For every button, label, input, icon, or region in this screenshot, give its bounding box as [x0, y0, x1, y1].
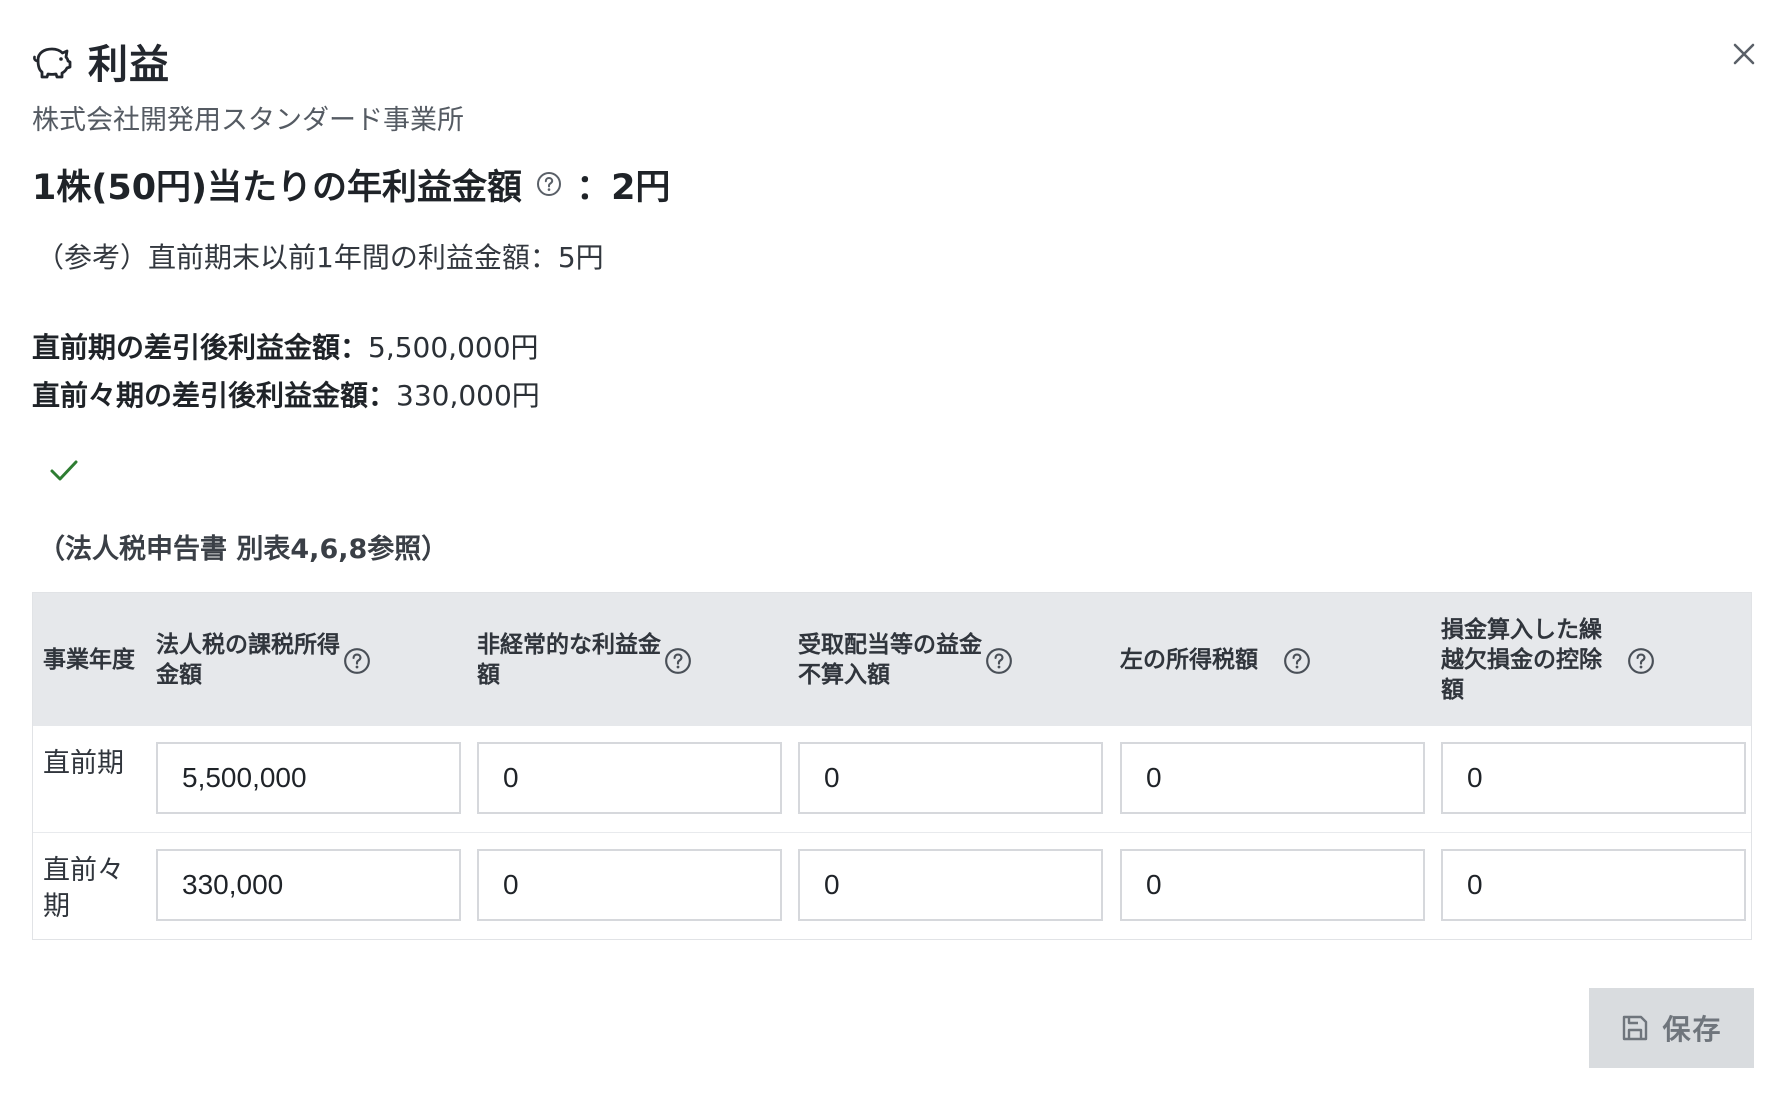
help-icon[interactable] [536, 171, 562, 197]
per-share-label: 1株(50円)当たりの年利益金額 [32, 167, 523, 208]
table-row: 直前々期 [33, 832, 1751, 938]
header-income-tax: 左の所得税額 [1120, 593, 1290, 726]
header-extraordinary-profit: 非経常的な利益金額 [477, 593, 667, 726]
extraordinary-profit-input[interactable] [477, 849, 782, 921]
row-label: 直前期 [43, 748, 124, 779]
header-taxable-income: 法人税の課税所得金額 [156, 593, 346, 726]
income-tax-input[interactable] [1120, 742, 1425, 814]
header-label: 受取配当等の益金不算入額 [798, 631, 982, 688]
dialog-header: 利益 [32, 34, 170, 88]
per-share-profit: 1株(50円)当たりの年利益金額 ：2円 [32, 160, 670, 208]
header-fiscal-year: 事業年度 [43, 593, 153, 726]
help-icon[interactable] [343, 647, 371, 675]
header-dividend-exclusion: 受取配当等の益金不算入額 [798, 593, 988, 726]
reference-profit: （参考）直前期末以前1年間の利益金額：5円 [36, 241, 604, 274]
per-share-value: ：2円 [576, 167, 671, 208]
taxable-income-input[interactable] [156, 742, 461, 814]
two-periods-ago-profit-label: 直前々期の差引後利益金額： [32, 379, 397, 412]
dividend-exclusion-input[interactable] [798, 849, 1103, 921]
previous-period-profit: 直前期の差引後利益金額：5,500,000円 [32, 326, 539, 366]
taxable-income-input[interactable] [156, 849, 461, 921]
loss-carryforward-input[interactable] [1441, 742, 1746, 814]
piggy-bank-icon [32, 40, 74, 82]
save-label: 保存 [1662, 1014, 1723, 1045]
header-label: 事業年度 [43, 646, 135, 673]
help-icon[interactable] [664, 647, 692, 675]
dialog-title: 利益 [88, 42, 170, 88]
loss-carryforward-input[interactable] [1441, 849, 1746, 921]
table-row: 直前期 [33, 726, 1751, 832]
two-periods-ago-profit: 直前々期の差引後利益金額：330,000円 [32, 374, 540, 414]
header-label: 損金算入した繰越欠損金の控除額 [1441, 616, 1602, 703]
two-periods-ago-profit-value: 330,000円 [396, 379, 540, 412]
profit-dialog: 利益 株式会社開発用スタンダード事業所 1株(50円)当たりの年利益金額 ：2円… [0, 0, 1780, 1098]
close-icon [1733, 43, 1755, 65]
previous-period-profit-value: 5,500,000円 [368, 331, 539, 364]
close-button[interactable] [1716, 26, 1772, 82]
help-icon[interactable] [1627, 647, 1655, 675]
help-icon[interactable] [985, 647, 1013, 675]
header-label: 非経常的な利益金額 [477, 631, 661, 688]
dividend-exclusion-input[interactable] [798, 742, 1103, 814]
profit-table: 事業年度 法人税の課税所得金額 非経常的な利益金額 受取配当等の益金不算入額 左… [32, 592, 1752, 940]
form-reference: （法人税申告書 別表4,6,8参照） [38, 534, 449, 565]
company-name: 株式会社開発用スタンダード事業所 [32, 105, 464, 136]
check-icon [50, 460, 78, 481]
row-label: 直前々期 [43, 855, 124, 922]
save-icon [1623, 1015, 1648, 1041]
checkbox[interactable] [48, 454, 82, 488]
save-button[interactable]: 保存 [1589, 988, 1754, 1068]
previous-period-profit-label: 直前期の差引後利益金額： [32, 331, 369, 364]
table-header: 事業年度 法人税の課税所得金額 非経常的な利益金額 受取配当等の益金不算入額 左… [33, 593, 1751, 726]
header-label: 法人税の課税所得金額 [156, 631, 340, 688]
header-label: 左の所得税額 [1120, 646, 1258, 673]
income-tax-input[interactable] [1120, 849, 1425, 921]
extraordinary-profit-input[interactable] [477, 742, 782, 814]
header-loss-carryforward: 損金算入した繰越欠損金の控除額 [1441, 593, 1621, 726]
help-icon[interactable] [1283, 647, 1311, 675]
